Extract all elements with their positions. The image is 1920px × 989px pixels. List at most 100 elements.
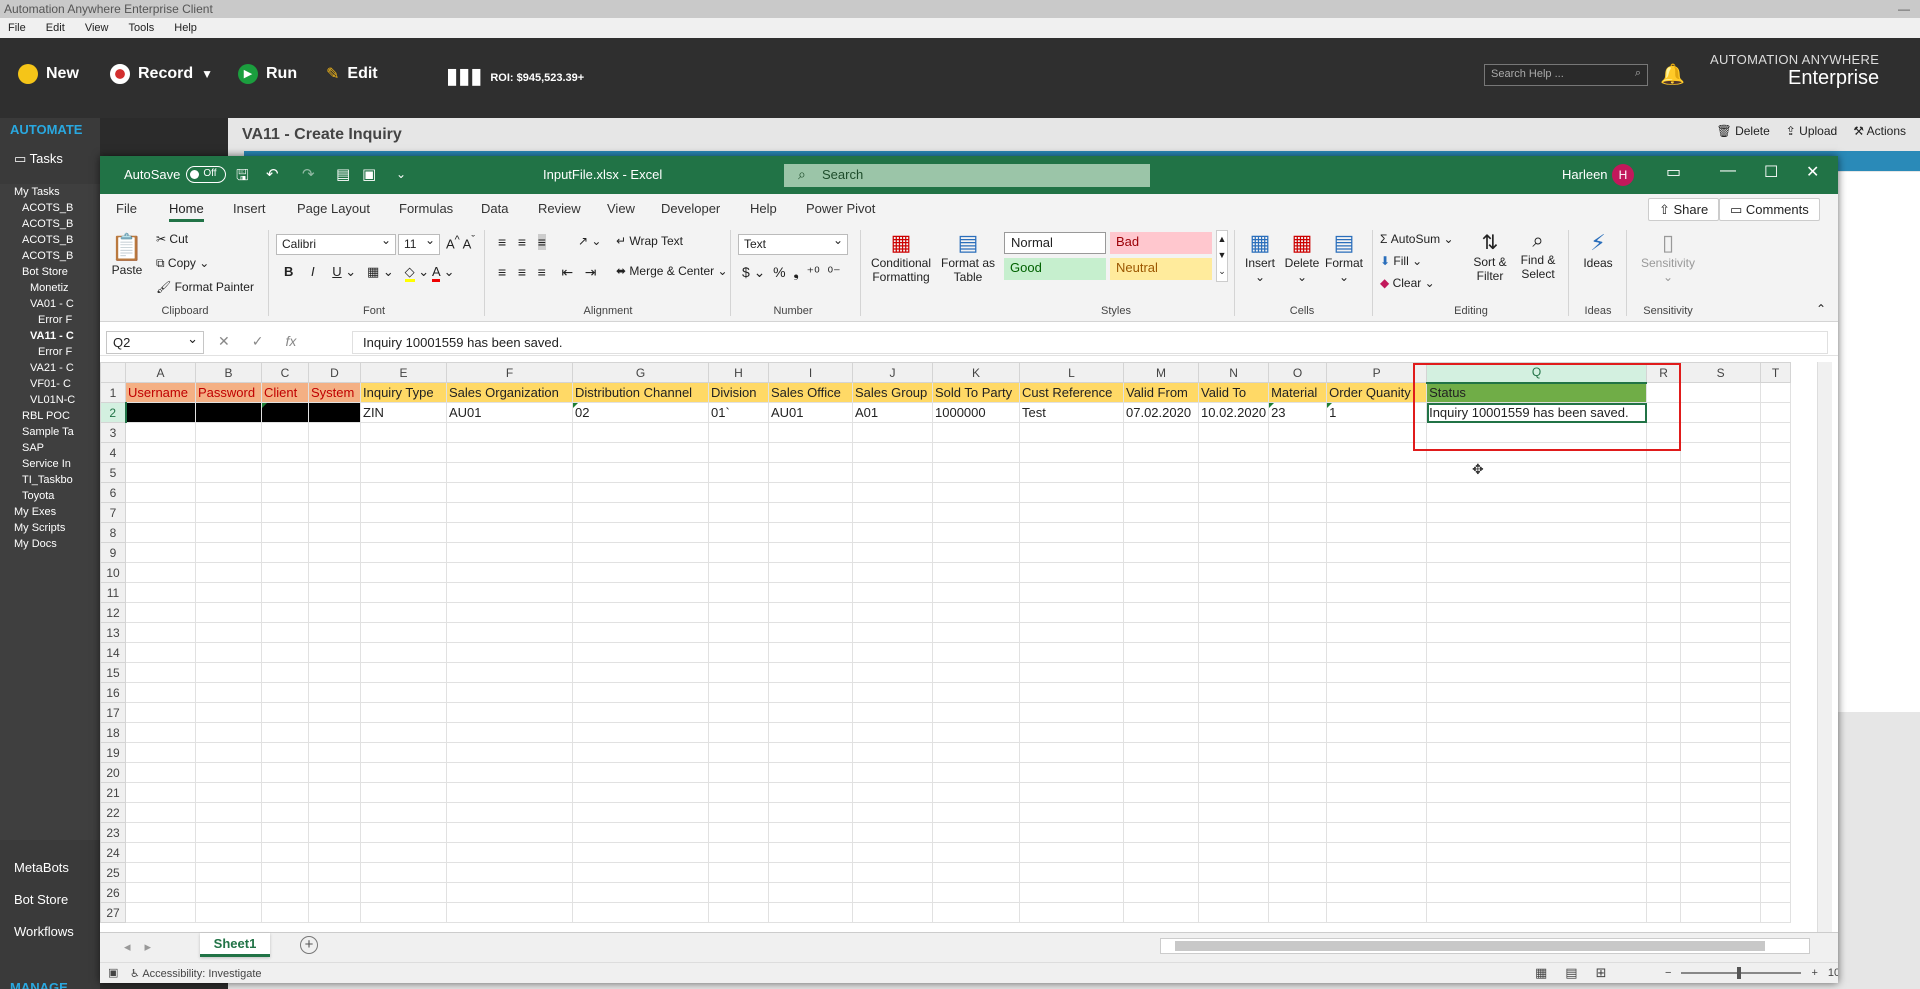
comments-button[interactable]: ▭ Comments <box>1719 198 1820 221</box>
cell[interactable] <box>1326 822 1428 843</box>
paste-button[interactable]: 📋 Paste <box>110 232 144 277</box>
cell[interactable] <box>1760 442 1792 463</box>
cell[interactable] <box>1123 502 1199 523</box>
cell[interactable] <box>572 782 709 803</box>
cell[interactable] <box>768 882 853 903</box>
cell[interactable] <box>1123 702 1199 723</box>
column-header[interactable]: S <box>1680 362 1762 383</box>
cell[interactable] <box>768 562 853 583</box>
cell[interactable] <box>1197 442 1270 463</box>
cell[interactable] <box>261 782 309 803</box>
cell[interactable] <box>195 702 262 723</box>
cell[interactable] <box>768 442 853 463</box>
row-header[interactable]: 9 <box>100 542 126 563</box>
aa-menu-tools[interactable]: Tools <box>129 22 155 34</box>
cell[interactable] <box>125 582 196 603</box>
borders-icon[interactable]: ▦ ⌄ <box>367 264 394 279</box>
enter-icon[interactable]: ✓ <box>252 333 264 350</box>
cell[interactable] <box>195 482 262 503</box>
find-select-button[interactable]: ⌕ Find & Select <box>1514 230 1562 281</box>
cell[interactable] <box>1019 462 1124 483</box>
row-header[interactable]: 15 <box>100 662 126 683</box>
cell[interactable] <box>1760 662 1792 683</box>
cell[interactable] <box>1646 762 1682 783</box>
cell[interactable] <box>852 742 933 763</box>
cell[interactable] <box>1019 422 1124 443</box>
caret-down-icon[interactable]: ▼ <box>201 67 213 81</box>
cell[interactable] <box>572 862 709 883</box>
cell[interactable] <box>1123 682 1199 703</box>
clear-button[interactable]: ◆ Clear ⌄ <box>1380 276 1435 290</box>
tree-item[interactable]: ACOTS_B <box>0 216 100 232</box>
cell[interactable] <box>852 822 933 843</box>
cell[interactable] <box>572 802 709 823</box>
metabots-item[interactable]: MetaBots <box>14 860 69 875</box>
cell[interactable] <box>1268 622 1328 643</box>
botstore-item[interactable]: Bot Store <box>14 892 68 907</box>
cell[interactable] <box>768 902 853 923</box>
cell[interactable] <box>360 462 447 483</box>
cell[interactable] <box>1326 622 1428 643</box>
aa-window-controls[interactable]: — <box>1898 0 1910 18</box>
cell[interactable] <box>1326 762 1428 783</box>
cell[interactable] <box>1268 602 1328 623</box>
cell[interactable] <box>1760 722 1792 743</box>
cell[interactable] <box>1426 582 1648 603</box>
cell[interactable] <box>1326 902 1428 923</box>
cell[interactable] <box>1680 562 1762 583</box>
cell[interactable]: 1000000 <box>932 402 1020 423</box>
cell[interactable] <box>1326 602 1428 623</box>
cell[interactable]: Division <box>708 382 769 403</box>
cell[interactable] <box>768 602 853 623</box>
cell[interactable] <box>1760 602 1792 623</box>
cell[interactable] <box>1268 862 1328 883</box>
cell[interactable] <box>446 422 573 443</box>
cell[interactable] <box>1426 502 1648 523</box>
cell[interactable] <box>852 422 933 443</box>
cell[interactable] <box>1268 742 1328 763</box>
cell[interactable] <box>1197 522 1270 543</box>
cell[interactable] <box>1268 542 1328 563</box>
cell[interactable] <box>1123 902 1199 923</box>
cell[interactable] <box>195 502 262 523</box>
cell[interactable] <box>360 742 447 763</box>
cell[interactable] <box>1646 462 1682 483</box>
normal-view-icon[interactable]: ▦ <box>1535 965 1547 981</box>
cell[interactable] <box>932 622 1020 643</box>
sheet-tab[interactable]: Sheet1 <box>200 933 270 957</box>
column-header[interactable]: D <box>308 362 361 383</box>
tab-power-pivot[interactable]: Power Pivot <box>806 201 875 216</box>
cell[interactable] <box>125 762 196 783</box>
bell-icon[interactable]: 🔔 <box>1660 62 1685 87</box>
cell[interactable] <box>852 502 933 523</box>
row-header[interactable]: 7 <box>100 502 126 523</box>
cell[interactable] <box>1760 882 1792 903</box>
row-header[interactable]: 27 <box>100 902 126 923</box>
cell[interactable] <box>1426 862 1648 883</box>
cell[interactable] <box>1197 822 1270 843</box>
cell[interactable] <box>1197 462 1270 483</box>
cell[interactable] <box>261 822 309 843</box>
cell[interactable] <box>308 642 361 663</box>
cell[interactable] <box>708 642 769 663</box>
cancel-icon[interactable]: ✕ <box>218 333 230 350</box>
cell[interactable] <box>932 702 1020 723</box>
cell[interactable] <box>1268 722 1328 743</box>
cell[interactable] <box>1268 682 1328 703</box>
cell[interactable] <box>195 902 262 923</box>
wrap-text-button[interactable]: ↵ Wrap Text <box>616 234 683 248</box>
cell[interactable] <box>768 782 853 803</box>
cell[interactable] <box>1326 722 1428 743</box>
cell[interactable] <box>1646 602 1682 623</box>
align-vertical-buttons[interactable]: ≡ ≡ ≡ <box>498 234 546 250</box>
cell[interactable] <box>1268 562 1328 583</box>
cell[interactable] <box>1197 582 1270 603</box>
tree-item[interactable]: My Scripts <box>0 520 100 536</box>
ribbon-display-icon[interactable]: ▭ <box>1666 162 1681 182</box>
tree-item[interactable]: Bot Store <box>0 264 100 280</box>
cell[interactable] <box>1268 702 1328 723</box>
cell[interactable] <box>1019 842 1124 863</box>
cell[interactable] <box>308 682 361 703</box>
copy-button[interactable]: ⧉ Copy ⌄ <box>156 256 209 271</box>
aa-menu-file[interactable]: File <box>8 22 26 34</box>
